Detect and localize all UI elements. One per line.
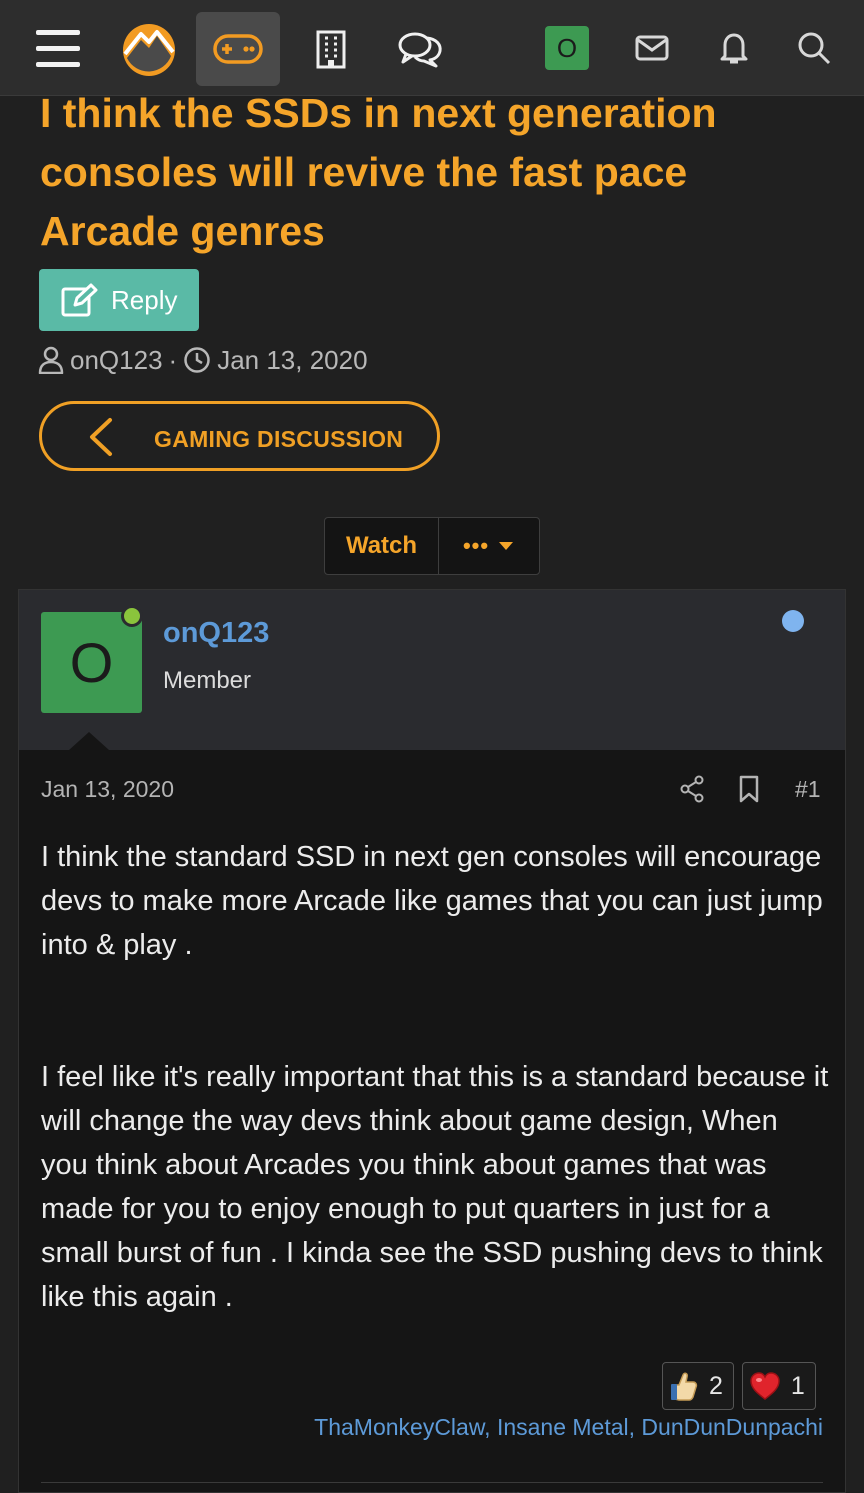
reply-button[interactable]: Reply: [39, 269, 199, 331]
user-icon: [38, 346, 64, 374]
notification-count-badge[interactable]: O: [545, 26, 589, 70]
user-panel-arrow: [69, 732, 109, 750]
clock-icon: [184, 347, 210, 373]
online-status-indicator: [121, 605, 143, 627]
chat-bubbles-icon[interactable]: [382, 16, 458, 82]
avatar[interactable]: O: [41, 612, 142, 713]
edit-icon: [61, 283, 98, 317]
reaction-bar: 2 1: [662, 1362, 816, 1410]
thread-meta: onQ123 · Jan 13, 2020: [38, 340, 368, 380]
reaction-users-link[interactable]: ThaMonkeyClaw, Insane Metal, DunDunDunpa…: [314, 1414, 823, 1441]
thread-title: I think the SSDs in next generation cons…: [40, 90, 717, 254]
unread-indicator: [782, 610, 804, 632]
bell-icon[interactable]: [706, 20, 762, 76]
bookmark-icon[interactable]: [737, 775, 761, 803]
thread-actions: Watch •••: [324, 517, 540, 575]
post-divider: [41, 1482, 823, 1483]
post-number[interactable]: #1: [795, 776, 821, 803]
love-count: 1: [790, 1371, 805, 1400]
menu-icon[interactable]: [22, 16, 92, 80]
post-paragraph: I think the standard SSD in next gen con…: [41, 841, 823, 961]
forum-label: GAMING DISCUSSION: [154, 426, 404, 452]
thread-author[interactable]: onQ123: [70, 345, 163, 376]
building-icon[interactable]: [296, 16, 366, 82]
site-logo[interactable]: [118, 20, 180, 80]
more-options-button[interactable]: •••: [439, 518, 539, 574]
meta-separator: ·: [168, 344, 178, 375]
chevron-down-icon: [499, 542, 514, 550]
post-user-panel: O onQ123 Member: [19, 590, 845, 750]
thumbs-up-icon: [671, 1372, 698, 1401]
reply-label: Reply: [111, 284, 178, 315]
search-icon[interactable]: [786, 20, 842, 76]
post-username[interactable]: onQ123: [163, 617, 269, 650]
mail-icon[interactable]: [624, 20, 680, 76]
share-icon[interactable]: [679, 775, 705, 803]
top-navigation: O: [0, 0, 864, 96]
like-count: 2: [709, 1371, 723, 1400]
gamepad-icon[interactable]: [196, 12, 280, 86]
chevron-left-icon: [90, 418, 112, 456]
post-paragraph: I feel like it's really important that t…: [41, 1061, 829, 1313]
user-title: Member: [163, 667, 252, 694]
post: O onQ123 Member Jan 13, 2020 #1 I think …: [18, 589, 846, 1493]
reaction-like[interactable]: 2: [662, 1362, 734, 1410]
thread-date[interactable]: Jan 13, 2020: [217, 345, 367, 376]
post-date[interactable]: Jan 13, 2020: [41, 776, 174, 803]
heart-icon: [750, 1372, 780, 1400]
more-dots: •••: [462, 533, 490, 558]
post-body: I think the standard SSD in next gen con…: [41, 835, 831, 1407]
watch-button[interactable]: Watch: [325, 518, 439, 574]
forum-breadcrumb-button[interactable]: GAMING DISCUSSION: [39, 401, 440, 471]
reaction-love[interactable]: 1: [741, 1362, 816, 1410]
